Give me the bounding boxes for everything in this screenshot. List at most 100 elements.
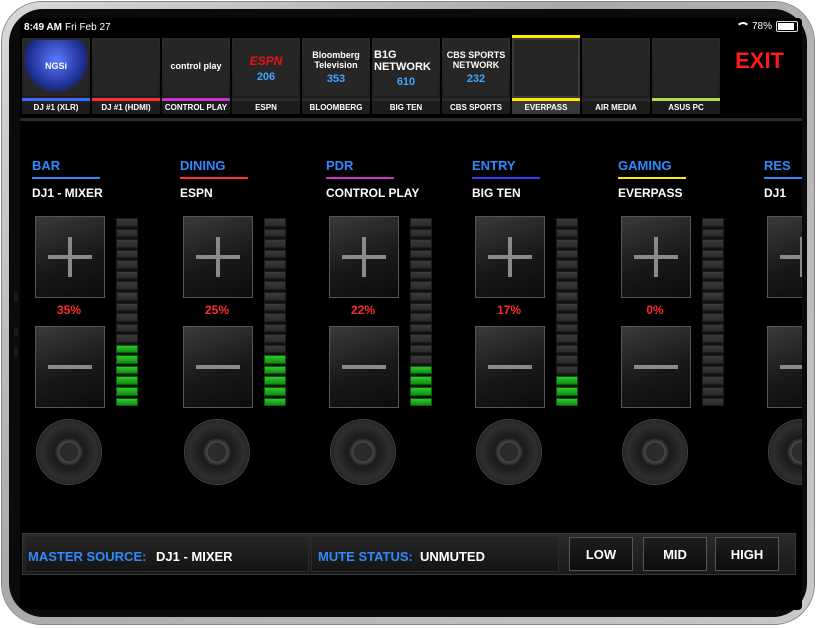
- source-label: CBS SPORTS: [449, 103, 502, 112]
- plus-icon: [780, 255, 802, 259]
- source-button-air-media[interactable]: AIR MEDIA: [582, 38, 650, 114]
- source-button-asus-pc[interactable]: ASUS PC: [652, 38, 720, 114]
- source-color-bar: [232, 98, 300, 101]
- mute-knob-button[interactable]: [185, 420, 249, 484]
- source-label: BIG TEN: [389, 103, 423, 112]
- minus-icon: [634, 365, 678, 369]
- exit-button[interactable]: EXIT: [735, 48, 784, 74]
- source-label: EVERPASS: [524, 103, 568, 112]
- mute-knob-button[interactable]: [769, 420, 802, 484]
- mute-knob-button[interactable]: [477, 420, 541, 484]
- meter-segment: [116, 260, 138, 269]
- status-date: Fri Feb 27: [65, 22, 111, 33]
- source-button-dj-1-hdmi[interactable]: DJ #1 (HDMI): [92, 38, 160, 114]
- big-ten-logo: B1G NETWORK 610: [374, 40, 438, 96]
- zone-source-name: BIG TEN: [472, 186, 521, 200]
- zone-color-line: [618, 177, 686, 179]
- espn-logo: ESPN 206: [234, 40, 298, 96]
- source-button-espn[interactable]: ESPN 206 ESPN: [232, 38, 300, 114]
- source-button-dj-1-xlr[interactable]: NGSi DJ #1 (XLR): [22, 38, 90, 114]
- source-button-control-play[interactable]: control play CONTROL PLAY: [162, 38, 230, 114]
- mute-status-label: MUTE STATUS:: [318, 549, 413, 564]
- volume-down-button[interactable]: [767, 326, 802, 408]
- meter-segment: [264, 313, 286, 322]
- source-button-cbs-sports[interactable]: CBS SPORTS NETWORK 232 CBS SPORTS: [442, 38, 510, 114]
- source-button-big-ten[interactable]: B1G NETWORK 610 BIG TEN: [372, 38, 440, 114]
- meter-segment: [264, 228, 286, 238]
- source-label: DJ #1 (XLR): [33, 103, 79, 112]
- zone-name[interactable]: GAMING: [618, 158, 671, 173]
- meter-segment: [556, 228, 578, 238]
- zone-res: RES DJ1: [764, 158, 802, 498]
- volume-up-button[interactable]: [621, 216, 691, 298]
- zone-gaming: GAMING EVERPASS 0%: [618, 158, 758, 498]
- meter-segment: [556, 239, 578, 248]
- volume-down-button[interactable]: [475, 326, 545, 408]
- mute-knob-button[interactable]: [623, 420, 687, 484]
- volume-down-button[interactable]: [329, 326, 399, 408]
- source-color-bar: [372, 98, 440, 101]
- zone-dining: DINING ESPN 25%: [180, 158, 320, 498]
- source-logo-text: NGSi: [44, 60, 67, 71]
- volume-down-button[interactable]: [35, 326, 105, 408]
- meter-segment: [702, 239, 724, 248]
- master-source-panel: MASTER SOURCE: DJ1 - MIXER: [25, 536, 309, 572]
- source-logo-text: ESPN: [249, 53, 283, 68]
- meter-segment: [702, 260, 724, 269]
- zone-name[interactable]: ENTRY: [472, 158, 516, 173]
- meter-segment: [556, 249, 578, 259]
- zone-name[interactable]: DINING: [180, 158, 226, 173]
- app-screen: 8:49 AM Fri Feb 27 78% NGSi DJ #1 (XLR) DJ…: [20, 18, 802, 610]
- zone-name[interactable]: PDR: [326, 158, 353, 173]
- source-logo-text: control play: [170, 60, 222, 71]
- meter-segment: [116, 239, 138, 248]
- volume-down-button[interactable]: [621, 326, 691, 408]
- volume-up-button[interactable]: [767, 216, 802, 298]
- level-low-button[interactable]: LOW: [569, 537, 633, 571]
- meter-segment: [556, 270, 578, 280]
- control-play-logo: control play: [164, 40, 228, 96]
- meter-segment: [116, 313, 138, 322]
- meter-segment: [410, 397, 432, 407]
- source-button-everpass[interactable]: EVERPASS: [512, 35, 580, 114]
- source-color-bar: [302, 98, 370, 101]
- source-button-bloomberg[interactable]: Bloomberg Television 353 BLOOMBERG: [302, 38, 370, 114]
- divider: [20, 118, 802, 121]
- mute-knob-button[interactable]: [37, 420, 101, 484]
- source-color-bar: [92, 98, 160, 101]
- battery-icon: [776, 21, 798, 32]
- meter-segment: [702, 355, 724, 364]
- meter-segment: [410, 344, 432, 354]
- volume-down-button[interactable]: [183, 326, 253, 408]
- volume-up-button[interactable]: [183, 216, 253, 298]
- source-channel-number: 206: [256, 70, 276, 83]
- volume-up-button[interactable]: [475, 216, 545, 298]
- meter-segment: [702, 313, 724, 322]
- level-mid-button[interactable]: MID: [643, 537, 707, 571]
- meter-segment: [410, 291, 432, 301]
- volume-meter: [264, 218, 286, 407]
- wifi-icon: [735, 22, 750, 31]
- mute-knob-button[interactable]: [331, 420, 395, 484]
- master-source-value: DJ1 - MIXER: [156, 549, 233, 564]
- meter-segment: [410, 334, 432, 343]
- plus-icon-vertical: [68, 237, 72, 277]
- zone-name[interactable]: RES: [764, 158, 791, 173]
- source-color-bar: [442, 98, 510, 101]
- master-source-label: MASTER SOURCE:: [28, 549, 147, 564]
- meter-segment: [556, 281, 578, 290]
- volume-up-button[interactable]: [329, 216, 399, 298]
- status-right: 78%: [735, 21, 798, 32]
- volume-up-button[interactable]: [35, 216, 105, 298]
- meter-segment: [556, 355, 578, 364]
- source-label: AIR MEDIA: [595, 103, 637, 112]
- level-high-button[interactable]: HIGH: [715, 537, 779, 571]
- meter-segment: [116, 365, 138, 375]
- zone-entry: ENTRY BIG TEN 17%: [472, 158, 612, 498]
- zone-bar: BAR DJ1 - MIXER 35%: [32, 158, 172, 498]
- meter-segment: [702, 228, 724, 238]
- zone-name[interactable]: BAR: [32, 158, 60, 173]
- meter-segment: [264, 344, 286, 354]
- laptop-icon: [654, 40, 718, 96]
- meter-segment: [702, 270, 724, 280]
